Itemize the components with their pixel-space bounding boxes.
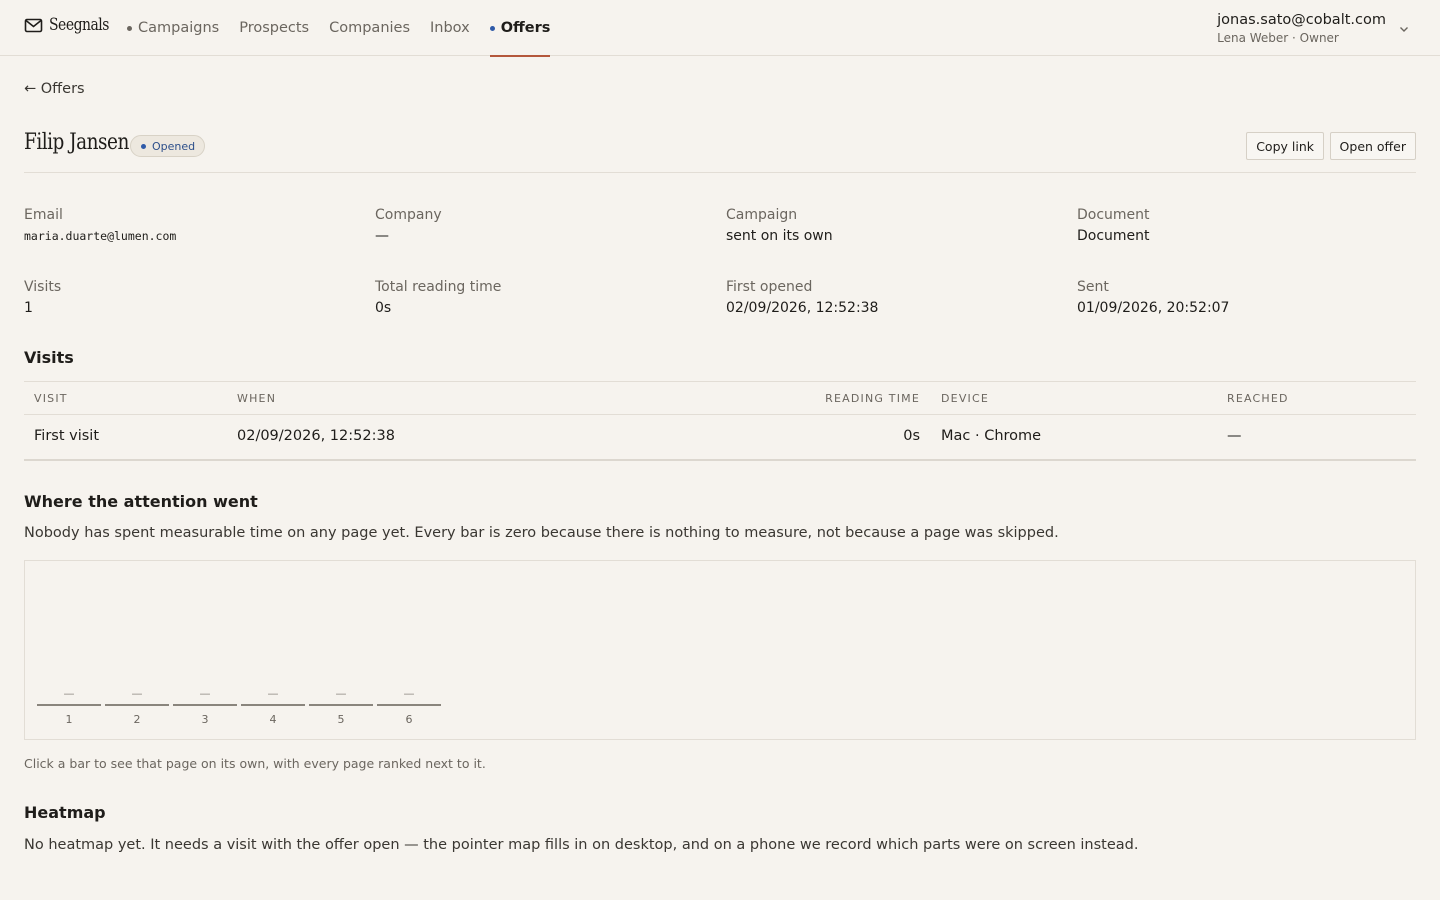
email-field: Email maria.duarte@lumen.com xyxy=(24,206,176,246)
chart-data-label: — xyxy=(335,687,347,700)
company-field: Company — xyxy=(375,206,442,246)
chevron-down-icon[interactable] xyxy=(1398,23,1410,35)
offer-header: Filip Jansen Opened Copy link Open offer xyxy=(24,128,1416,173)
document-field: Document Document xyxy=(1077,206,1150,246)
account-menu[interactable]: jonas.sato@cobalt.com Lena Weber · Owner xyxy=(1217,11,1410,47)
status-dot-icon xyxy=(127,25,132,31)
field-label: Company xyxy=(375,207,442,223)
chart-bar[interactable] xyxy=(377,704,441,706)
field-value: 01/09/2026, 20:52:07 xyxy=(1077,300,1230,316)
cell-visit: First visit xyxy=(34,428,100,444)
chart-bar[interactable] xyxy=(105,704,169,706)
visits-field: Visits 1 xyxy=(24,278,61,318)
first-opened-field: First opened 02/09/2026, 12:52:38 xyxy=(726,278,878,318)
chart-tick-label: 1 xyxy=(65,713,73,726)
nav-item-label: Inbox xyxy=(430,20,470,36)
nav-item-offers[interactable]: Offers xyxy=(489,0,551,57)
reading-time-field: Total reading time 0s xyxy=(375,278,501,318)
brand-logo[interactable]: Seegnals xyxy=(24,15,122,35)
status-dot-icon xyxy=(141,143,146,149)
attention-bar-chart: — 1 — 2 — 3 — 4 — 5 — 6 xyxy=(24,560,1416,740)
chart-tick-label: 6 xyxy=(405,713,413,726)
field-value: 0s xyxy=(375,300,392,316)
field-label: Total reading time xyxy=(375,279,502,295)
column-header-when: WHEN xyxy=(237,392,277,405)
chart-bar[interactable] xyxy=(173,704,237,706)
field-label: Document xyxy=(1077,207,1150,223)
column-header-reached: REACHED xyxy=(1227,392,1289,405)
heatmap-heading: Heatmap xyxy=(24,803,106,822)
heatmap-description: No heatmap yet. It needs a visit with th… xyxy=(24,837,1139,853)
status-badge: Opened xyxy=(130,135,206,157)
status-badge-label: Opened xyxy=(152,139,196,153)
nav-item-label: Companies xyxy=(329,20,411,36)
top-nav-bar: Seegnals Campaigns Prospects Companies I… xyxy=(0,0,1440,57)
sent-field: Sent 01/09/2026, 20:52:07 xyxy=(1077,278,1229,318)
chart-tick-label: 3 xyxy=(201,713,209,726)
field-label: Visits xyxy=(24,279,62,295)
chart-tick-label: 2 xyxy=(133,713,141,726)
chart-data-label: — xyxy=(199,687,211,700)
account-info: jonas.sato@cobalt.com Lena Weber · Owner xyxy=(1217,11,1386,47)
nav-item-label: Prospects xyxy=(239,20,310,36)
chart-tick-label: 5 xyxy=(337,713,345,726)
campaign-field: Campaign sent on its own xyxy=(726,206,833,246)
field-label: Sent xyxy=(1077,279,1109,295)
status-dot-icon xyxy=(489,25,495,31)
chart-tick-label: 4 xyxy=(269,713,277,726)
field-value: Document xyxy=(1077,228,1150,244)
visits-heading: Visits xyxy=(24,348,74,367)
nav-item-label: Campaigns xyxy=(138,20,220,36)
brand-name: Seegnals xyxy=(49,15,109,35)
cell-reached: — xyxy=(1227,428,1242,444)
main-nav: Campaigns Prospects Companies Inbox Offe… xyxy=(127,0,570,57)
chart-data-label: — xyxy=(63,687,75,700)
field-label: Campaign xyxy=(726,207,798,223)
field-value: 1 xyxy=(24,300,33,316)
visits-table: VISIT WHEN READING TIME DEVICE REACHED F… xyxy=(24,381,1416,461)
chart-data-label: — xyxy=(403,687,415,700)
table-row[interactable]: First visit 02/09/2026, 12:52:38 0s Mac … xyxy=(24,415,1416,461)
open-offer-button[interactable]: Open offer xyxy=(1329,132,1416,160)
column-header-visit: VISIT xyxy=(34,392,68,405)
column-header-reading-time: READING TIME xyxy=(825,392,920,405)
column-header-device: DEVICE xyxy=(941,392,990,405)
chart-bar[interactable] xyxy=(37,704,101,706)
account-role: Lena Weber · Owner xyxy=(1217,31,1339,45)
chart-bar[interactable] xyxy=(241,704,305,706)
envelope-icon xyxy=(24,16,43,35)
nav-item-label: Offers xyxy=(500,20,551,36)
field-value: 02/09/2026, 12:52:38 xyxy=(726,300,879,316)
cell-when: 02/09/2026, 12:52:38 xyxy=(237,428,395,444)
page-title: Filip Jansen xyxy=(24,130,129,155)
back-to-offers-link[interactable]: ← Offers xyxy=(24,81,85,97)
account-email: jonas.sato@cobalt.com xyxy=(1217,12,1386,28)
attention-heading: Where the attention went xyxy=(24,492,258,511)
field-value: — xyxy=(375,228,389,244)
nav-item-prospects[interactable]: Prospects xyxy=(239,0,309,56)
table-header: VISIT WHEN READING TIME DEVICE REACHED xyxy=(24,381,1416,415)
field-value: sent on its own xyxy=(726,228,833,244)
field-label: Email xyxy=(24,207,63,223)
field-value: maria.duarte@lumen.com xyxy=(24,229,177,243)
cell-device: Mac · Chrome xyxy=(941,428,1042,444)
chart-bar[interactable] xyxy=(309,704,373,706)
field-label: First opened xyxy=(726,279,813,295)
nav-item-campaigns[interactable]: Campaigns xyxy=(127,0,219,56)
copy-link-button[interactable]: Copy link xyxy=(1246,132,1324,160)
nav-item-inbox[interactable]: Inbox xyxy=(430,0,470,56)
cell-reading-time: 0s xyxy=(903,428,920,444)
attention-description: Nobody has spent measurable time on any … xyxy=(24,525,1059,541)
chart-data-label: — xyxy=(131,687,143,700)
chart-hint: Click a bar to see that page on its own,… xyxy=(24,756,486,771)
nav-item-companies[interactable]: Companies xyxy=(329,0,410,56)
chart-data-label: — xyxy=(267,687,279,700)
